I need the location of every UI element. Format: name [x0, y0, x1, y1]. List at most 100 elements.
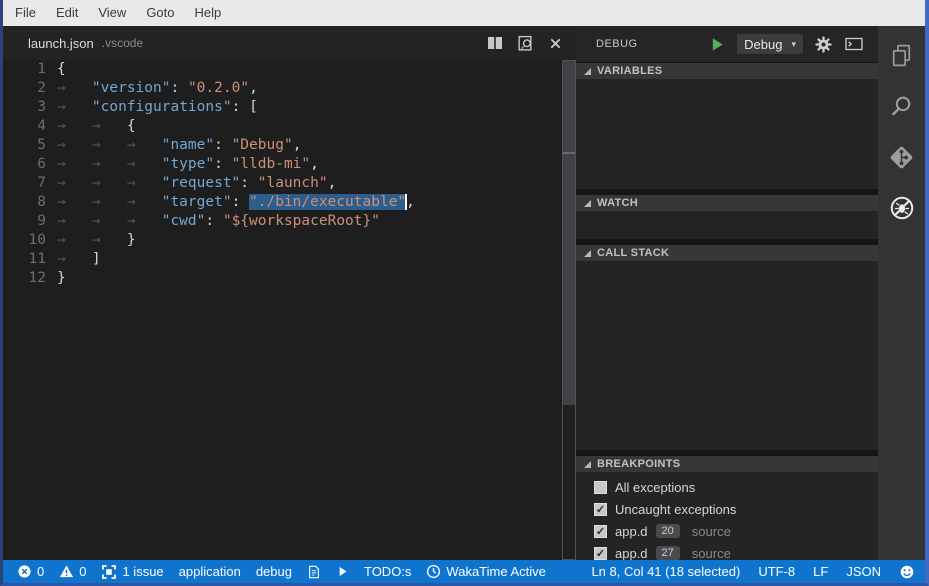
line-number: 6 — [3, 155, 46, 174]
code-line[interactable]: 1{ — [3, 60, 576, 79]
tab-filename[interactable]: launch.json — [28, 36, 94, 51]
code-line[interactable]: 3→"configurations": [ — [3, 98, 576, 117]
code-line[interactable]: 11→] — [3, 250, 576, 269]
code-token: "lldb-mi" — [232, 156, 311, 172]
menu-view[interactable]: View — [88, 0, 136, 26]
section-header-call-stack[interactable]: CALL STACK — [576, 244, 878, 261]
checkbox-checked[interactable]: ✓ — [594, 503, 607, 516]
status-item[interactable]: application — [179, 564, 241, 579]
code-line[interactable]: 12} — [3, 269, 576, 288]
editor-scrollbar[interactable] — [562, 60, 576, 560]
code-line[interactable]: 9 →→→"cwd": "${workspaceRoot}" — [3, 212, 576, 231]
section-header-variables[interactable]: VARIABLES — [576, 62, 878, 79]
activity-source-control-icon[interactable] — [885, 140, 919, 174]
breakpoint-row[interactable]: All exceptions — [576, 476, 878, 498]
line-number: 9 — [3, 212, 46, 231]
status-item[interactable]: UTF-8 — [758, 564, 795, 579]
code-token: "configurations" — [92, 99, 232, 115]
breakpoint-row[interactable]: ✓app.d20source — [576, 520, 878, 542]
code-token: : — [240, 175, 257, 191]
line-content: →→→"cwd": "${workspaceRoot}" — [57, 212, 380, 231]
line-content: →"version": "0.2.0", — [57, 79, 258, 98]
scrollbar-thumb[interactable] — [563, 61, 575, 405]
status-item-text: 0 — [79, 564, 86, 579]
code-line[interactable]: 8→→→"target": "./bin/executable", — [3, 193, 576, 212]
d-doc-icon — [307, 564, 321, 580]
code-token: : — [232, 99, 249, 115]
main-area: launch.json .vscode 1{2→"version": "0.2.… — [3, 26, 925, 560]
status-item-error[interactable]: 0 — [17, 564, 44, 579]
line-number: 7 — [3, 174, 46, 193]
variables-body — [576, 79, 878, 189]
status-item-run[interactable] — [336, 565, 349, 578]
open-preview-button[interactable] — [514, 32, 536, 54]
status-item[interactable]: JSON — [846, 564, 881, 579]
expand-triangle-icon — [584, 68, 591, 75]
tab-whitespace-arrow: → — [57, 79, 92, 98]
expand-triangle-icon — [584, 461, 591, 468]
menu-help[interactable]: Help — [185, 0, 232, 26]
status-item[interactable]: Ln 8, Col 41 (18 selected) — [591, 564, 740, 579]
code-line[interactable]: 5→→→"name": "Debug", — [3, 136, 576, 155]
configure-gear-button[interactable] — [815, 36, 832, 53]
code-line[interactable]: 6→→→"type": "lldb-mi", — [3, 155, 576, 174]
editor-group: launch.json .vscode 1{2→"version": "0.2.… — [3, 26, 576, 560]
checkbox-checked[interactable]: ✓ — [594, 547, 607, 560]
section-header-breakpoints[interactable]: BREAKPOINTS — [576, 455, 878, 472]
menu-bar: FileEditViewGotoHelp — [3, 0, 925, 26]
breakpoint-source-label: source — [692, 524, 731, 539]
menu-file[interactable]: File — [5, 0, 46, 26]
line-number-badge: 20 — [656, 524, 680, 538]
status-item-text: UTF-8 — [758, 564, 795, 579]
status-item-text: application — [179, 564, 241, 579]
close-button[interactable] — [544, 32, 566, 54]
breakpoints-body: All exceptions✓Uncaught exceptions✓app.d… — [576, 472, 878, 564]
debug-config-dropdown[interactable]: Debug ▾ — [737, 34, 803, 54]
status-item-feedback-smiley[interactable] — [899, 564, 915, 580]
code-line[interactable]: 10→→} — [3, 231, 576, 250]
code-line[interactable]: 7→→→"request": "launch", — [3, 174, 576, 193]
code-line[interactable]: 4→→{ — [3, 117, 576, 136]
activity-files-icon[interactable] — [885, 38, 919, 72]
section-header-watch[interactable]: WATCH — [576, 194, 878, 211]
status-item[interactable]: LF — [813, 564, 828, 579]
section-label: VARIABLES — [597, 65, 662, 77]
expand-triangle-icon — [584, 250, 591, 257]
code-token: : — [214, 137, 231, 153]
clock-icon — [426, 564, 441, 579]
run-icon — [336, 565, 349, 578]
tab-folder: .vscode — [102, 36, 143, 50]
status-item[interactable]: debug — [256, 564, 292, 579]
status-item-warning[interactable]: 0 — [59, 564, 86, 579]
menu-edit[interactable]: Edit — [46, 0, 88, 26]
start-debug-button[interactable] — [710, 37, 725, 52]
split-editor-button[interactable] — [484, 32, 506, 54]
code-token: "request" — [162, 175, 241, 191]
code-token: "target" — [162, 194, 232, 210]
code-token: "type" — [162, 156, 214, 172]
selected-text: "./bin/executable" — [249, 194, 406, 210]
checkbox-checked[interactable]: ✓ — [594, 525, 607, 538]
debug-console-button[interactable] — [844, 36, 864, 52]
activity-search-icon[interactable] — [885, 89, 919, 123]
code-editor[interactable]: 1{2→"version": "0.2.0",3→"configurations… — [3, 60, 576, 560]
status-right: Ln 8, Col 41 (18 selected) UTF-8 LF JSON — [573, 564, 915, 580]
feedback-smiley-icon — [899, 564, 915, 580]
status-item-clock[interactable]: WakaTime Active — [426, 564, 545, 579]
tab-whitespace-arrow: → — [92, 231, 127, 250]
line-number: 12 — [3, 269, 46, 288]
menu-goto[interactable]: Goto — [136, 0, 184, 26]
line-content: { — [57, 60, 66, 79]
checkbox-unchecked[interactable] — [594, 481, 607, 494]
status-item-text: 0 — [37, 564, 44, 579]
scrollbar-mark — [563, 152, 575, 154]
status-item[interactable]: TODO:s — [364, 564, 411, 579]
breakpoint-row[interactable]: ✓Uncaught exceptions — [576, 498, 878, 520]
section-watch: WATCH — [576, 194, 878, 239]
expand-triangle-icon — [584, 200, 591, 207]
activity-debug-icon[interactable] — [885, 191, 919, 225]
status-item-d-doc[interactable] — [307, 564, 321, 580]
code-line[interactable]: 2→"version": "0.2.0", — [3, 79, 576, 98]
tab-whitespace-arrow: → — [92, 136, 127, 155]
status-item-issues[interactable]: 1 issue — [101, 564, 163, 580]
